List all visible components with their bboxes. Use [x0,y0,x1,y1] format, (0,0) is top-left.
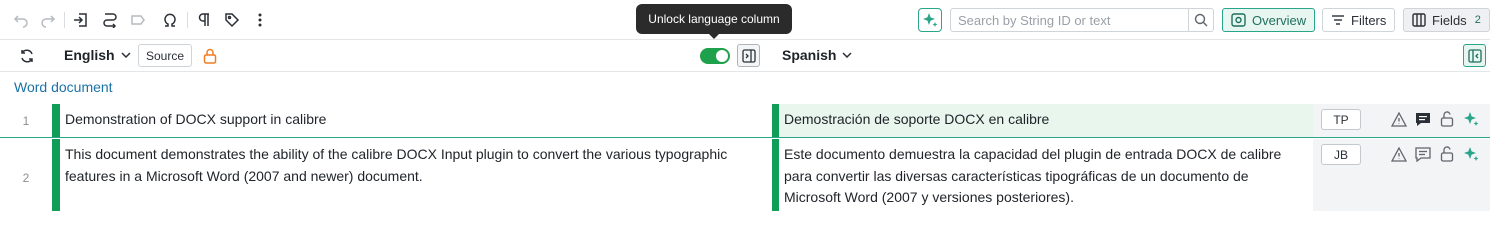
undo-icon[interactable] [10,9,32,31]
target-language-selector[interactable]: Spanish [782,47,852,63]
collapse-column-button[interactable] [737,44,760,67]
tooltip: Unlock language column [636,4,792,39]
refresh-icon[interactable] [16,45,38,67]
panel-collapse-icon [741,48,756,63]
target-text[interactable]: Este documento demuestra la capacidad de… [784,144,1284,209]
fields-button[interactable]: Fields 2 [1403,8,1490,32]
ai-assist-button[interactable] [918,8,942,32]
fields-label: Fields [1432,12,1467,28]
filter-icon [1331,14,1345,26]
redo-icon[interactable] [37,9,59,31]
source-badge: Source [138,44,193,67]
source-language-selector[interactable]: English [64,47,131,63]
row-status-bar [52,104,60,137]
lock-icon[interactable] [199,45,221,67]
row-status-bar [52,139,60,211]
chevron-down-icon [842,52,852,58]
import-icon[interactable] [70,9,92,31]
toolbar-divider [64,12,65,28]
comment-icon[interactable] [1414,145,1432,163]
target-text[interactable]: Demostración de soporte DOCX en calibre [784,109,1284,131]
source-text: This document demonstrates the ability o… [65,146,728,184]
pilcrow-icon[interactable] [193,9,215,31]
table-row[interactable]: 2 This document demonstrates the ability… [0,139,1490,211]
side-panel-button[interactable] [1463,44,1486,67]
sparkle-icon[interactable] [1462,110,1480,128]
translator-initials[interactable]: TP [1321,109,1361,130]
source-text: Demonstration of DOCX support in calibre [65,111,327,127]
warning-icon[interactable] [1390,110,1408,128]
translation-status-bar [772,104,779,137]
fields-count-badge: 2 [1474,14,1481,26]
translator-initials[interactable]: JB [1321,144,1361,165]
more-vertical-icon[interactable] [249,9,271,31]
source-language-name: English [64,47,115,63]
filters-label: Filters [1351,12,1387,28]
special-chars-icon[interactable] [159,9,181,31]
sparkle-icon [923,13,938,27]
table-row[interactable]: 1 Demonstration of DOCX support in calib… [0,104,1490,138]
row-number: 2 [22,171,30,185]
columns-icon [1412,13,1426,27]
chevron-down-icon [121,52,131,58]
unlock-icon[interactable] [1438,110,1456,128]
merge-icon[interactable] [99,9,121,31]
tag-icon[interactable] [221,9,243,31]
comment-icon[interactable] [1414,110,1432,128]
target-language-name: Spanish [782,47,837,63]
warning-icon[interactable] [1390,145,1408,163]
overview-label: Overview [1252,12,1307,28]
overview-icon [1231,13,1246,27]
filters-button[interactable]: Filters [1322,8,1396,32]
tooltip-text: Unlock language column [648,12,780,26]
search-box [950,8,1214,32]
row-number: 1 [22,114,30,128]
language-bar: English Source Spanish [0,40,1490,72]
panel-icon [1467,48,1482,63]
toggle-knob [716,50,728,62]
translation-status-bar [772,139,779,211]
search-input[interactable] [951,9,1189,31]
unlock-icon[interactable] [1438,145,1456,163]
label-icon[interactable] [127,9,149,31]
section-title[interactable]: Word document [14,79,113,95]
overview-button[interactable]: Overview [1222,8,1316,32]
toolbar-divider [187,12,188,28]
unlock-language-toggle[interactable] [700,48,730,64]
search-icon[interactable] [1188,9,1213,31]
sparkle-icon[interactable] [1462,145,1480,163]
